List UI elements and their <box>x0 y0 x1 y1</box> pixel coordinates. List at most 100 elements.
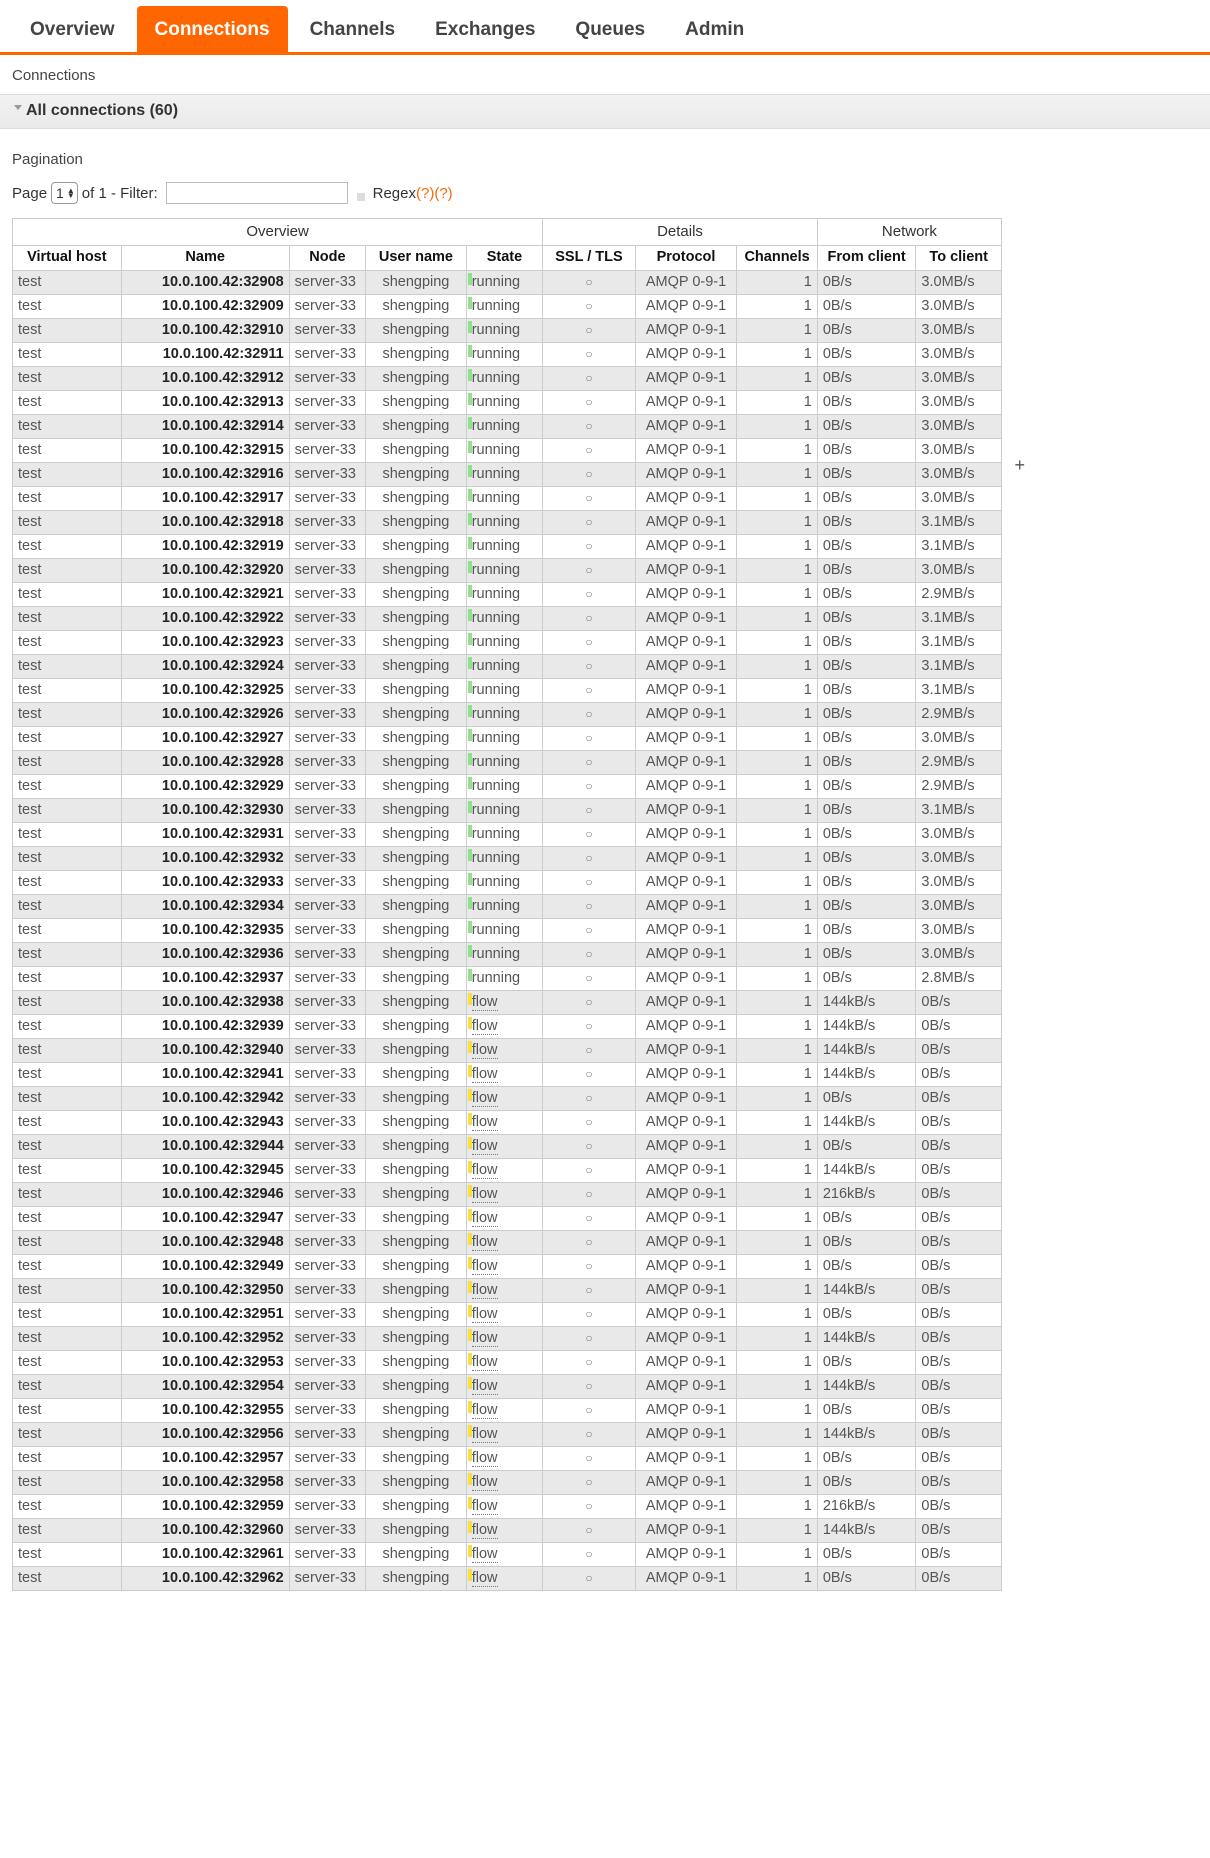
table-row[interactable]: test 10.0.100.42:32949 server-33 shengping f… <box>12 1254 1002 1279</box>
cell-name[interactable]: 10.0.100.42:32942 <box>120 1086 290 1111</box>
cell-name[interactable]: 10.0.100.42:32959 <box>120 1494 290 1519</box>
table-row[interactable]: test 10.0.100.42:32954 server-33 shengping f… <box>12 1374 1002 1399</box>
cell-name[interactable]: 10.0.100.42:32915 <box>120 438 290 463</box>
table-row[interactable]: test 10.0.100.42:32946 server-33 shengping f… <box>12 1182 1002 1207</box>
table-row[interactable]: test 10.0.100.42:32917 server-33 shengping r… <box>12 486 1002 511</box>
table-row[interactable]: test 10.0.100.42:32927 server-33 shengping r… <box>12 726 1002 751</box>
table-row[interactable]: test 10.0.100.42:32940 server-33 shengping f… <box>12 1038 1002 1063</box>
col-header-user-name[interactable]: User name <box>365 245 467 271</box>
table-row[interactable]: test 10.0.100.42:32922 server-33 shengping r… <box>12 606 1002 631</box>
table-row[interactable]: test 10.0.100.42:32952 server-33 shengping f… <box>12 1326 1002 1351</box>
tab-admin[interactable]: Admin <box>667 6 762 55</box>
table-row[interactable]: test 10.0.100.42:32955 server-33 shengping f… <box>12 1398 1002 1423</box>
cell-name[interactable]: 10.0.100.42:32923 <box>120 630 290 655</box>
table-row[interactable]: test 10.0.100.42:32933 server-33 shengping r… <box>12 870 1002 895</box>
table-row[interactable]: test 10.0.100.42:32943 server-33 shengping f… <box>12 1110 1002 1135</box>
table-row[interactable]: test 10.0.100.42:32948 server-33 shengping f… <box>12 1230 1002 1255</box>
table-row[interactable]: test 10.0.100.42:32918 server-33 shengping r… <box>12 510 1002 535</box>
table-row[interactable]: test 10.0.100.42:32911 server-33 shengping r… <box>12 342 1002 367</box>
table-row[interactable]: test 10.0.100.42:32934 server-33 shengping r… <box>12 894 1002 919</box>
col-header-to-client[interactable]: To client <box>915 245 1002 271</box>
table-row[interactable]: test 10.0.100.42:32959 server-33 shengping f… <box>12 1494 1002 1519</box>
cell-name[interactable]: 10.0.100.42:32909 <box>120 294 290 319</box>
table-row[interactable]: test 10.0.100.42:32908 server-33 shengping r… <box>12 270 1002 295</box>
cell-name[interactable]: 10.0.100.42:32949 <box>120 1254 290 1279</box>
table-row[interactable]: test 10.0.100.42:32945 server-33 shengping f… <box>12 1158 1002 1183</box>
add-column-icon[interactable]: + <box>1014 456 1025 474</box>
table-row[interactable]: test 10.0.100.42:32919 server-33 shengping r… <box>12 534 1002 559</box>
table-row[interactable]: test 10.0.100.42:32936 server-33 shengping r… <box>12 942 1002 967</box>
table-row[interactable]: test 10.0.100.42:32947 server-33 shengping f… <box>12 1206 1002 1231</box>
cell-name[interactable]: 10.0.100.42:32919 <box>120 534 290 559</box>
cell-name[interactable]: 10.0.100.42:32947 <box>120 1206 290 1231</box>
cell-name[interactable]: 10.0.100.42:32938 <box>120 990 290 1015</box>
cell-name[interactable]: 10.0.100.42:32954 <box>120 1374 290 1399</box>
table-row[interactable]: test 10.0.100.42:32923 server-33 shengping r… <box>12 630 1002 655</box>
cell-name[interactable]: 10.0.100.42:32961 <box>120 1542 290 1567</box>
cell-name[interactable]: 10.0.100.42:32916 <box>120 462 290 487</box>
regex-checkbox[interactable] <box>356 193 365 201</box>
cell-name[interactable]: 10.0.100.42:32918 <box>120 510 290 535</box>
table-row[interactable]: test 10.0.100.42:32944 server-33 shengping f… <box>12 1134 1002 1159</box>
cell-name[interactable]: 10.0.100.42:32927 <box>120 726 290 751</box>
table-row[interactable]: test 10.0.100.42:32956 server-33 shengping f… <box>12 1422 1002 1447</box>
cell-name[interactable]: 10.0.100.42:32917 <box>120 486 290 511</box>
table-row[interactable]: test 10.0.100.42:32929 server-33 shengping r… <box>12 774 1002 799</box>
table-row[interactable]: test 10.0.100.42:32916 server-33 shengping r… <box>12 462 1002 487</box>
col-header-node[interactable]: Node <box>288 245 367 271</box>
cell-name[interactable]: 10.0.100.42:32931 <box>120 822 290 847</box>
table-row[interactable]: test 10.0.100.42:32962 server-33 shengping f… <box>12 1566 1002 1591</box>
table-row[interactable]: test 10.0.100.42:32960 server-33 shengping f… <box>12 1518 1002 1543</box>
collapse-triangle-icon[interactable] <box>14 105 22 110</box>
cell-name[interactable]: 10.0.100.42:32945 <box>120 1158 290 1183</box>
table-row[interactable]: test 10.0.100.42:32910 server-33 shengping r… <box>12 318 1002 343</box>
all-connections-section-header[interactable]: All connections (60) <box>0 94 1210 129</box>
cell-name[interactable]: 10.0.100.42:32935 <box>120 918 290 943</box>
tab-exchanges[interactable]: Exchanges <box>417 6 553 55</box>
table-row[interactable]: test 10.0.100.42:32937 server-33 shengping r… <box>12 966 1002 991</box>
tab-connections[interactable]: Connections <box>136 6 288 55</box>
table-row[interactable]: test 10.0.100.42:32961 server-33 shengping f… <box>12 1542 1002 1567</box>
table-row[interactable]: test 10.0.100.42:32921 server-33 shengping r… <box>12 582 1002 607</box>
cell-name[interactable]: 10.0.100.42:32924 <box>120 654 290 679</box>
table-row[interactable]: test 10.0.100.42:32938 server-33 shengping f… <box>12 990 1002 1015</box>
filter-input[interactable] <box>165 182 348 204</box>
cell-name[interactable]: 10.0.100.42:32946 <box>120 1182 290 1207</box>
col-header-channels[interactable]: Channels <box>736 245 818 271</box>
table-row[interactable]: test 10.0.100.42:32913 server-33 shengping r… <box>12 390 1002 415</box>
page-number-stepper[interactable]: 1 ▲ ▼ <box>51 182 78 204</box>
chevron-down-icon[interactable]: ▼ <box>67 192 75 200</box>
table-row[interactable]: test 10.0.100.42:32957 server-33 shengping f… <box>12 1446 1002 1471</box>
table-row[interactable]: test 10.0.100.42:32914 server-33 shengping r… <box>12 414 1002 439</box>
cell-name[interactable]: 10.0.100.42:32922 <box>120 606 290 631</box>
col-header-virtual-host[interactable]: Virtual host <box>12 245 122 271</box>
cell-name[interactable]: 10.0.100.42:32926 <box>120 702 290 727</box>
cell-name[interactable]: 10.0.100.42:32950 <box>120 1278 290 1303</box>
cell-name[interactable]: 10.0.100.42:32921 <box>120 582 290 607</box>
cell-name[interactable]: 10.0.100.42:32955 <box>120 1398 290 1423</box>
cell-name[interactable]: 10.0.100.42:32920 <box>120 558 290 583</box>
cell-name[interactable]: 10.0.100.42:32962 <box>120 1566 290 1591</box>
table-row[interactable]: test 10.0.100.42:32951 server-33 shengping f… <box>12 1302 1002 1327</box>
cell-name[interactable]: 10.0.100.42:32957 <box>120 1446 290 1471</box>
cell-name[interactable]: 10.0.100.42:32941 <box>120 1062 290 1087</box>
table-row[interactable]: test 10.0.100.42:32932 server-33 shengping r… <box>12 846 1002 871</box>
cell-name[interactable]: 10.0.100.42:32940 <box>120 1038 290 1063</box>
cell-name[interactable]: 10.0.100.42:32912 <box>120 366 290 391</box>
cell-name[interactable]: 10.0.100.42:32952 <box>120 1326 290 1351</box>
cell-name[interactable]: 10.0.100.42:32937 <box>120 966 290 991</box>
cell-name[interactable]: 10.0.100.42:32960 <box>120 1518 290 1543</box>
col-header-protocol[interactable]: Protocol <box>634 245 738 271</box>
table-row[interactable]: test 10.0.100.42:32942 server-33 shengping f… <box>12 1086 1002 1111</box>
regex-help-link-1[interactable]: (?) <box>416 185 434 202</box>
cell-name[interactable]: 10.0.100.42:32939 <box>120 1014 290 1039</box>
tab-queues[interactable]: Queues <box>557 6 663 55</box>
table-row[interactable]: test 10.0.100.42:32920 server-33 shengping r… <box>12 558 1002 583</box>
cell-name[interactable]: 10.0.100.42:32925 <box>120 678 290 703</box>
table-row[interactable]: test 10.0.100.42:32925 server-33 shengping r… <box>12 678 1002 703</box>
table-row[interactable]: test 10.0.100.42:32939 server-33 shengping f… <box>12 1014 1002 1039</box>
cell-name[interactable]: 10.0.100.42:32943 <box>120 1110 290 1135</box>
cell-name[interactable]: 10.0.100.42:32913 <box>120 390 290 415</box>
cell-name[interactable]: 10.0.100.42:32934 <box>120 894 290 919</box>
cell-name[interactable]: 10.0.100.42:32929 <box>120 774 290 799</box>
